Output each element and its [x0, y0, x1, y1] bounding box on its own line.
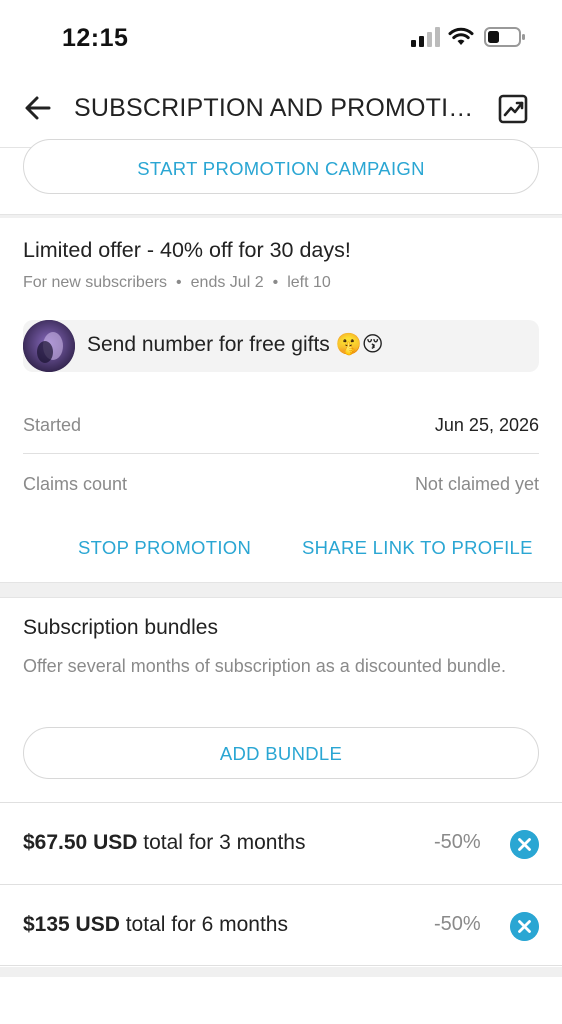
status-bar: 12:15 [0, 0, 562, 72]
promotion-message-text: Send number for free gifts 🤫😚 [87, 333, 384, 356]
bundle-row: $135 USD total for 6 months -50% [0, 884, 562, 966]
stop-promotion-button[interactable]: STOP PROMOTION [78, 537, 251, 559]
claims-label: Claims count [23, 474, 128, 494]
offer-audience: For new subscribers [23, 274, 168, 291]
bundle-row: $67.50 USD total for 3 months -50% [0, 802, 562, 884]
bundles-title: Subscription bundles [23, 616, 218, 639]
section-divider [0, 582, 562, 598]
remove-icon[interactable] [510, 912, 539, 941]
status-time: 12:15 [62, 24, 129, 52]
bundle-duration: total for 3 months [137, 831, 306, 854]
page-title: SUBSCRIPTION AND PROMOTIONS [74, 94, 479, 122]
start-promotion-campaign-button[interactable]: START PROMOTION CAMPAIGN [23, 139, 539, 194]
section-divider [0, 214, 562, 218]
claims-value: Not claimed yet [414, 474, 539, 494]
bundle-discount: -50% [434, 831, 481, 853]
bundle-summary: $135 USD total for 6 months [23, 913, 288, 937]
started-label: Started [23, 415, 82, 435]
offer-left: left 10 [287, 274, 331, 291]
meta-separator-dot: • [176, 274, 182, 291]
offer-ends: ends Jul 2 [190, 274, 264, 291]
battery-icon [484, 27, 525, 47]
bundle-duration: total for 6 months [119, 913, 288, 936]
share-link-to-profile-button[interactable]: SHARE LINK TO PROFILE [302, 537, 533, 559]
add-bundle-button[interactable]: ADD BUNDLE [23, 727, 539, 779]
started-value: Jun 25, 2026 [434, 415, 539, 435]
cell-signal-icon [411, 27, 440, 47]
bundle-summary: $67.50 USD total for 3 months [23, 831, 306, 855]
started-row: Started Jun 25, 2026 [23, 396, 539, 454]
remove-icon[interactable] [510, 830, 539, 859]
section-divider [0, 967, 562, 977]
promotion-message: Send number for free gifts 🤫😚 [23, 320, 539, 372]
meta-separator-dot: • [272, 274, 279, 291]
wifi-icon [448, 27, 474, 45]
back-arrow-icon[interactable] [22, 92, 54, 124]
bundle-discount: -50% [434, 913, 481, 935]
bundle-price: $135 USD [23, 913, 120, 936]
bundles-description: Offer several months of subscription as … [23, 656, 506, 676]
app-header: SUBSCRIPTION AND PROMOTIONS [0, 72, 562, 148]
avatar [23, 320, 75, 372]
bundle-price: $67.50 USD [23, 831, 138, 854]
statistics-icon[interactable] [498, 94, 530, 124]
offer-meta: For new subscribers • ends Jul 2 • left 10 [23, 274, 331, 292]
claims-row: Claims count Not claimed yet [23, 455, 539, 513]
offer-title: Limited offer - 40% off for 30 days! [23, 238, 351, 262]
